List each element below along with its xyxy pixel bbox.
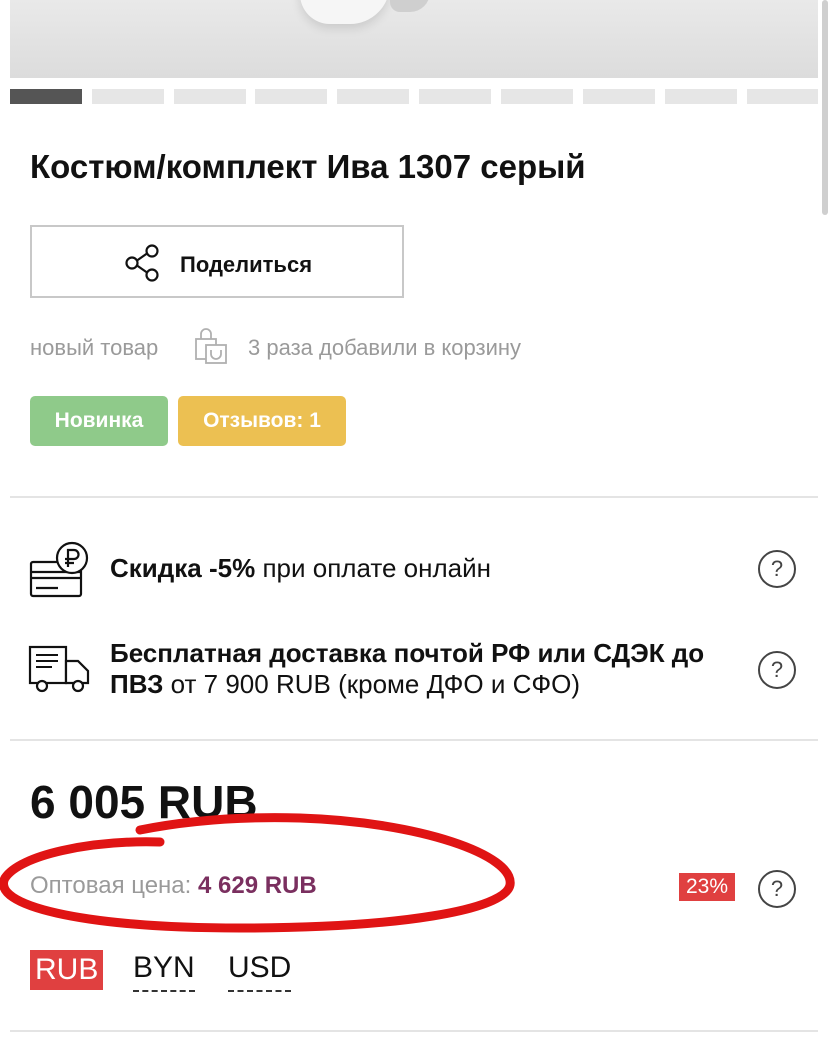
currency-rub[interactable]: RUB (30, 950, 104, 990)
discount-promo: Скидка -5% при оплате онлайн (110, 553, 491, 584)
share-label: Поделиться (180, 252, 313, 277)
shopping-bag-icon (195, 328, 227, 364)
help-icon[interactable]: ? (758, 870, 796, 908)
share-button[interactable]: Поделиться (30, 225, 404, 298)
help-icon[interactable]: ? (758, 550, 796, 588)
delivery-promo-text: от 7 900 RUB (кроме ДФО и СФО) (163, 669, 581, 699)
delivery-truck-icon (28, 645, 90, 693)
cart-added-count: 3 раза добавили в корзину (248, 335, 522, 360)
share-icon (125, 244, 159, 282)
discount-badge: 23% (679, 873, 735, 901)
gallery-dot[interactable] (255, 89, 327, 104)
gallery-dot[interactable] (10, 89, 82, 104)
gallery-dot[interactable] (337, 89, 409, 104)
product-meta: новый товар 3 раза добавили в корзину (30, 328, 521, 364)
new-badge: Новинка (30, 396, 168, 446)
scrollbar[interactable] (822, 0, 828, 215)
gallery-dot[interactable] (501, 89, 573, 104)
shoe-image-part (300, 0, 390, 24)
shoe-image-part (390, 0, 430, 12)
divider (10, 496, 818, 498)
gallery-pagination (10, 89, 818, 104)
product-title: Костюм/комплект Ива 1307 серый (30, 148, 586, 185)
product-photo[interactable] (10, 0, 818, 78)
currency-usd[interactable]: USD (228, 950, 292, 992)
currency-byn[interactable]: BYN (133, 950, 195, 992)
wholesale-value: 4 629 RUB (198, 872, 317, 899)
product-price: 6 005 RUB (30, 776, 258, 828)
product-status: новый товар (30, 335, 159, 360)
discount-promo-bold: Скидка -5% (110, 553, 256, 583)
gallery-dot[interactable] (665, 89, 737, 104)
gallery-dot[interactable] (419, 89, 491, 104)
discount-promo-text: при оплате онлайн (255, 553, 491, 583)
help-icon[interactable]: ? (758, 651, 796, 689)
ruble-card-icon (29, 541, 89, 598)
gallery-dot[interactable] (92, 89, 164, 104)
wholesale-label: Оптовая цена: (30, 872, 198, 899)
wholesale-price: Оптовая цена: 4 629 RUB (30, 872, 317, 900)
gallery-dot[interactable] (174, 89, 246, 104)
reviews-badge[interactable]: Отзывов: 1 (178, 396, 346, 446)
divider (10, 1030, 818, 1032)
delivery-promo: Бесплатная доставка почтой РФ или СДЭК д… (110, 638, 740, 700)
divider (10, 739, 818, 741)
gallery-dot[interactable] (747, 89, 818, 104)
gallery-dot[interactable] (583, 89, 655, 104)
